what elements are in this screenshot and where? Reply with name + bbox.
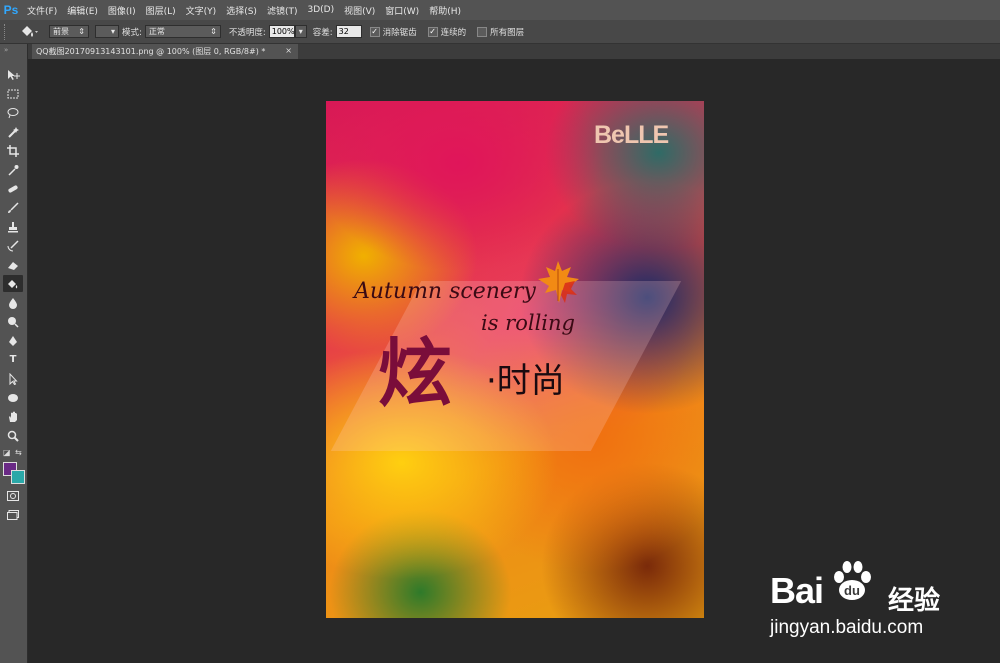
all-layers-label: 所有图层 xyxy=(490,27,525,38)
poster-headline-char: 炫 xyxy=(378,331,452,417)
poster-script-line-2: is rolling xyxy=(481,311,575,335)
opacity-input[interactable]: 100% xyxy=(268,25,295,38)
poster-headline-sub: ·时尚 xyxy=(486,361,565,401)
menu-layer[interactable]: 图层(L) xyxy=(141,4,181,17)
eyedropper-tool-icon[interactable] xyxy=(3,161,23,178)
brush-tool-icon[interactable] xyxy=(3,199,23,216)
document-tab-bar: QQ截图20170913143101.png @ 100% (图层 0, RGB… xyxy=(28,44,1000,59)
screen-mode-icon[interactable] xyxy=(3,506,23,523)
opacity-slider-toggle[interactable]: ▾ xyxy=(294,25,307,38)
antialias-checkbox[interactable]: ✓ xyxy=(369,26,380,37)
type-tool-icon[interactable]: T xyxy=(3,351,23,368)
poster-script-line-1: Autumn scenery xyxy=(354,279,536,304)
paint-bucket-preset-icon[interactable] xyxy=(15,23,45,41)
select-arrows-icon: ⇕ xyxy=(210,27,217,36)
options-bar: 前景 ⇕ ▾ 模式: 正常 ⇕ 不透明度: 100% ▾ 容差: 32 ✓ 消除锯齿… xyxy=(0,20,1000,44)
menu-type[interactable]: 文字(Y) xyxy=(181,4,222,17)
swap-colors-icon[interactable]: ⇆ xyxy=(15,448,22,457)
ellipse-tool-icon[interactable] xyxy=(3,389,23,406)
watermark-brand: Bai xyxy=(770,570,824,611)
quick-selection-tool-icon[interactable] xyxy=(3,123,23,140)
lasso-tool-icon[interactable] xyxy=(3,104,23,121)
path-selection-tool-icon[interactable] xyxy=(3,370,23,387)
poster-brand-logo: BeLLE xyxy=(594,121,669,149)
document-canvas[interactable]: BeLLE Autumn scenery is rolling 炫 ·时尚 xyxy=(326,101,704,618)
opacity-label: 不透明度: xyxy=(228,27,266,38)
history-brush-tool-icon[interactable] xyxy=(3,237,23,254)
contiguous-checkbox[interactable]: ✓ xyxy=(427,26,438,37)
clone-stamp-tool-icon[interactable] xyxy=(3,218,23,235)
paint-bucket-tool-icon[interactable] xyxy=(3,275,23,292)
menu-filter[interactable]: 滤镜(T) xyxy=(262,4,303,17)
document-tab[interactable]: QQ截图20170913143101.png @ 100% (图层 0, RGB… xyxy=(32,44,298,59)
menu-3d[interactable]: 3D(D) xyxy=(302,5,339,15)
menu-file[interactable]: 文件(F) xyxy=(22,4,62,17)
menu-window[interactable]: 窗口(W) xyxy=(380,4,424,17)
watermark-brand-cn: 经验 xyxy=(888,586,941,616)
all-layers-checkbox[interactable] xyxy=(477,26,488,37)
default-colors-icon[interactable]: ◪ xyxy=(3,448,11,457)
marquee-tool-icon[interactable] xyxy=(3,85,23,102)
move-tool-icon[interactable] xyxy=(3,66,23,83)
mode-select[interactable]: 正常 ⇕ xyxy=(144,25,221,38)
maple-leaf-icon xyxy=(538,261,579,303)
menu-view[interactable]: 视图(V) xyxy=(339,4,380,17)
select-arrows-icon: ⇕ xyxy=(78,27,85,36)
menu-bar: Ps 文件(F) 编辑(E) 图像(I) 图层(L) 文字(Y) 选择(S) 滤… xyxy=(0,0,1000,20)
options-bar-grip[interactable] xyxy=(4,23,11,40)
watermark-url: jingyan.baidu.com xyxy=(770,617,924,638)
tools-panel: » T ◪ ⇆ xyxy=(0,44,28,663)
quick-mask-icon[interactable] xyxy=(3,487,23,504)
contiguous-label: 连续的 xyxy=(440,27,467,38)
zoom-tool-icon[interactable] xyxy=(3,427,23,444)
antialias-label: 消除锯齿 xyxy=(382,27,417,38)
tolerance-input[interactable]: 32 xyxy=(335,25,362,38)
blur-tool-icon[interactable] xyxy=(3,294,23,311)
menu-select[interactable]: 选择(S) xyxy=(221,4,262,17)
dodge-tool-icon[interactable] xyxy=(3,313,23,330)
chevron-down-icon: ▾ xyxy=(298,27,303,36)
svg-text:du: du xyxy=(844,583,860,598)
crop-tool-icon[interactable] xyxy=(3,142,23,159)
background-color-swatch[interactable] xyxy=(11,470,25,484)
menu-edit[interactable]: 编辑(E) xyxy=(62,4,103,17)
panel-collapse-icon[interactable]: » xyxy=(4,46,8,54)
fill-source-select[interactable]: 前景 ⇕ xyxy=(49,25,89,38)
menu-help[interactable]: 帮助(H) xyxy=(424,4,466,17)
menu-image[interactable]: 图像(I) xyxy=(103,4,141,17)
tolerance-label: 容差: xyxy=(312,27,333,38)
eraser-tool-icon[interactable] xyxy=(3,256,23,273)
document-tab-title: QQ截图20170913143101.png @ 100% (图层 0, RGB… xyxy=(36,47,266,56)
pattern-picker[interactable]: ▾ xyxy=(95,25,119,38)
baidu-paw-icon: du xyxy=(834,561,871,600)
pen-tool-icon[interactable] xyxy=(3,332,23,349)
mode-label: 模式: xyxy=(122,27,142,38)
close-icon[interactable]: × xyxy=(285,46,292,55)
photoshop-logo[interactable]: Ps xyxy=(0,0,22,20)
healing-brush-tool-icon[interactable] xyxy=(3,180,23,197)
hand-tool-icon[interactable] xyxy=(3,408,23,425)
chevron-down-icon: ▾ xyxy=(110,27,115,36)
